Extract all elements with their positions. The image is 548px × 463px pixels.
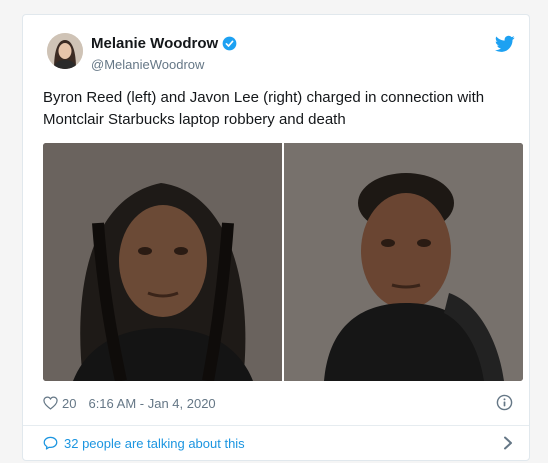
divider <box>23 425 529 426</box>
author-handle[interactable]: @MelanieWoodrow <box>91 57 204 72</box>
info-icon[interactable] <box>496 394 513 411</box>
tweet-card: Melanie Woodrow @MelanieWoodrow Byron Re… <box>22 14 530 461</box>
mugshot-left-image[interactable] <box>43 143 282 381</box>
heart-icon[interactable] <box>43 396 58 410</box>
mugshot-right-image[interactable] <box>284 143 523 381</box>
tweet-text: Byron Reed (left) and Javon Lee (right) … <box>43 89 485 128</box>
talking-count-text[interactable]: 32 people are talking about this <box>64 436 245 451</box>
verified-badge-icon <box>222 36 237 51</box>
speech-bubble-icon <box>43 436 58 450</box>
timestamp[interactable]: 6:16 AM - Jan 4, 2020 <box>88 396 215 411</box>
avatar[interactable] <box>47 33 83 69</box>
like-count[interactable]: 20 <box>62 396 76 411</box>
conversation-link[interactable]: 32 people are talking about this <box>43 433 513 453</box>
twitter-bird-icon[interactable] <box>495 35 515 53</box>
chevron-right-icon[interactable] <box>503 436 513 450</box>
author-name[interactable]: Melanie Woodrow <box>91 35 218 52</box>
